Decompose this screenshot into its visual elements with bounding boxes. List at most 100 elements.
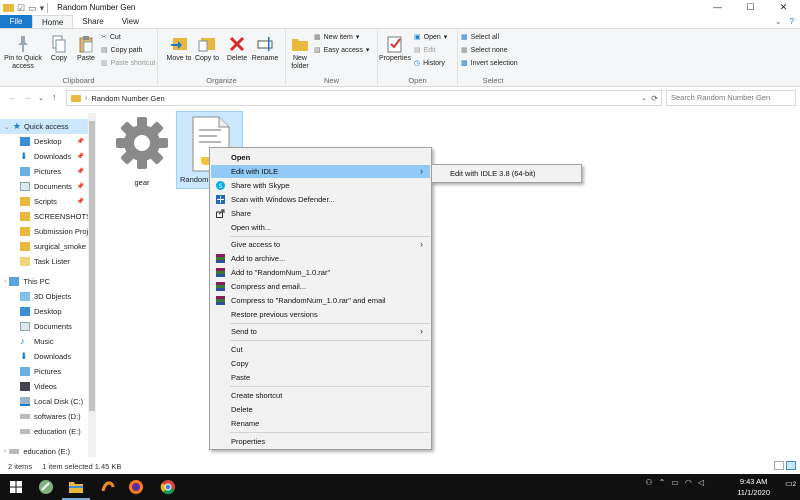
tab-file[interactable]: File: [0, 15, 32, 28]
cut-button[interactable]: ✂ Cut: [101, 33, 121, 43]
menu-item-open-with[interactable]: Open with...: [211, 221, 430, 234]
large-icons-view-icon[interactable]: [786, 461, 796, 470]
scrollbar-thumb[interactable]: [89, 121, 95, 411]
copy-path-button[interactable]: ▤ Copy path: [101, 46, 143, 56]
paste-shortcut-button[interactable]: ▥ Paste shortcut: [101, 59, 155, 69]
file-explorer-icon[interactable]: [66, 477, 86, 497]
nav-item-this-pc[interactable]: › This PC: [0, 274, 88, 289]
nav-item-local-disk-c[interactable]: Local Disk (C:): [0, 394, 88, 409]
menu-item-add-to-rar[interactable]: Add to "RandomNum_1.0.rar": [211, 266, 430, 279]
nav-item-music[interactable]: ♪ Music: [0, 334, 88, 349]
chevron-down-icon[interactable]: ⌄: [641, 94, 647, 102]
nav-item-documents[interactable]: Documents 📌: [0, 179, 88, 194]
people-icon[interactable]: ⚇: [645, 478, 652, 487]
search-input[interactable]: Search Random Number Gen: [666, 90, 796, 106]
firefox-icon[interactable]: [126, 477, 146, 497]
breadcrumb[interactable]: Random Number Gen: [91, 94, 164, 103]
nav-item-quick-access[interactable]: ⌄ ★ Quick access: [0, 119, 88, 134]
nav-item-pc-desktop[interactable]: Desktop: [0, 304, 88, 319]
menu-item-compress-email[interactable]: Compress and email...: [211, 280, 430, 293]
file-item-gear[interactable]: gear: [110, 112, 174, 192]
pin-quick-access-button[interactable]: Pin to Quick access: [3, 35, 43, 71]
breadcrumb-chevron-icon[interactable]: ›: [85, 95, 87, 102]
back-arrow-icon[interactable]: ←: [8, 92, 17, 102]
collapse-ribbon-icon[interactable]: ⌄: [775, 15, 782, 28]
customize-dropdown-icon[interactable]: ▾: [40, 2, 45, 14]
nav-item-3d-objects[interactable]: 3D Objects: [0, 289, 88, 304]
maximize-button[interactable]: ☐: [734, 0, 767, 15]
volume-icon[interactable]: ◁: [698, 478, 704, 487]
menu-item-share-skype[interactable]: S Share with Skype: [211, 179, 430, 192]
address-bar[interactable]: › Random Number Gen ⌄ ⟳: [66, 90, 662, 106]
nav-item-screenshots[interactable]: SCREENSHOTS: [0, 209, 88, 224]
nav-item-education-e-root[interactable]: › education (E:): [0, 444, 88, 457]
nav-item-pc-pictures[interactable]: Pictures: [0, 364, 88, 379]
app-icon[interactable]: [36, 477, 56, 497]
nav-item-education-e[interactable]: education (E:): [0, 424, 88, 439]
menu-item-restore-previous[interactable]: Restore previous versions: [211, 308, 430, 321]
menu-item-add-to-archive[interactable]: Add to archive...: [211, 252, 430, 265]
tab-view[interactable]: View: [113, 15, 148, 28]
new-folder-icon[interactable]: ▭: [28, 2, 37, 14]
menu-item-copy[interactable]: Copy: [211, 357, 430, 370]
wifi-icon[interactable]: ◠: [685, 478, 692, 487]
nav-item-softwares-d[interactable]: softwares (D:): [0, 409, 88, 424]
chevron-right-icon[interactable]: ›: [4, 448, 6, 455]
properties-icon[interactable]: ☑: [17, 2, 25, 14]
refresh-icon[interactable]: ⟳: [651, 94, 658, 103]
history-button[interactable]: ◷ History: [414, 59, 445, 69]
nav-item-surgical-smoke[interactable]: surgical_smoke: [0, 239, 88, 254]
tab-home[interactable]: Home: [32, 15, 74, 28]
menu-item-create-shortcut[interactable]: Create shortcut: [211, 389, 430, 402]
menu-item-compress-rar-email[interactable]: Compress to "RandomNum_1.0.rar" and emai…: [211, 294, 430, 307]
invert-selection-button[interactable]: ▩ Invert selection: [461, 59, 518, 69]
menu-item-edit-with-idle[interactable]: Edit with IDLE ›: [211, 165, 430, 178]
close-button[interactable]: ✕: [767, 0, 800, 15]
nav-item-pc-downloads[interactable]: ⬇ Downloads: [0, 349, 88, 364]
help-icon[interactable]: ?: [790, 15, 794, 28]
clock[interactable]: 9:43 AM 11/1/2020: [737, 476, 770, 498]
submenu-item-idle-38[interactable]: Edit with IDLE 3.8 (64-bit): [450, 168, 535, 180]
paste-button[interactable]: Paste: [73, 35, 99, 63]
nav-item-scripts[interactable]: Scripts 📌: [0, 194, 88, 209]
app-swirl-icon[interactable]: [98, 477, 118, 497]
move-to-button[interactable]: Move to: [166, 35, 192, 63]
nav-scrollbar[interactable]: [88, 113, 96, 457]
menu-item-scan-defender[interactable]: Scan with Windows Defender...: [211, 193, 430, 206]
chrome-icon[interactable]: [158, 477, 178, 497]
nav-item-pc-documents[interactable]: Documents: [0, 319, 88, 334]
menu-item-share[interactable]: Share: [211, 207, 430, 220]
tab-share[interactable]: Share: [73, 15, 112, 28]
copy-to-button[interactable]: Copy to: [194, 35, 220, 63]
windows-start-icon[interactable]: [6, 477, 26, 497]
recent-locations-icon[interactable]: ⌄: [38, 94, 44, 102]
menu-item-open[interactable]: Open: [211, 151, 430, 164]
delete-button[interactable]: Delete: [224, 35, 250, 63]
select-none-button[interactable]: ▦ Select none: [461, 46, 508, 56]
minimize-button[interactable]: —: [701, 0, 734, 15]
notification-icon[interactable]: ▭2: [785, 479, 796, 488]
nav-item-task-lister[interactable]: Task Lister: [0, 254, 88, 269]
menu-item-cut[interactable]: Cut: [211, 343, 430, 356]
details-view-icon[interactable]: [774, 461, 784, 470]
menu-item-properties[interactable]: Properties: [211, 435, 430, 448]
rename-button[interactable]: Rename: [251, 35, 279, 63]
copy-button[interactable]: Copy: [46, 35, 72, 63]
menu-item-give-access[interactable]: Give access to ›: [211, 238, 430, 251]
forward-arrow-icon[interactable]: →: [23, 92, 32, 102]
easy-access-button[interactable]: ▧ Easy access ▾: [314, 46, 369, 56]
new-folder-button[interactable]: New folder: [288, 35, 312, 71]
chevron-right-icon[interactable]: ›: [4, 278, 6, 285]
menu-item-send-to[interactable]: Send to ›: [211, 325, 430, 338]
nav-item-videos[interactable]: Videos: [0, 379, 88, 394]
chevron-up-icon[interactable]: ⌃: [659, 478, 666, 487]
chevron-down-icon[interactable]: ⌄: [4, 123, 10, 131]
up-arrow-icon[interactable]: ↑: [52, 92, 57, 102]
nav-item-pictures[interactable]: Pictures 📌: [0, 164, 88, 179]
open-button[interactable]: ▣ Open ▾: [414, 33, 447, 43]
menu-item-paste[interactable]: Paste: [211, 371, 430, 384]
nav-item-desktop[interactable]: Desktop 📌: [0, 134, 88, 149]
menu-item-delete[interactable]: Delete: [211, 403, 430, 416]
battery-icon[interactable]: ▭: [671, 478, 679, 487]
nav-item-submission-proj[interactable]: Submission Proj: [0, 224, 88, 239]
